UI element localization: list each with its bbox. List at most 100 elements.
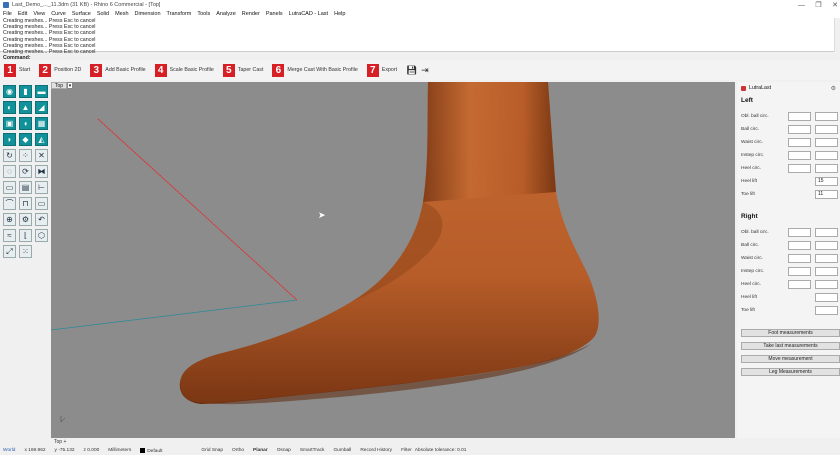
- scatter-icon[interactable]: ⁙: [19, 245, 32, 258]
- profile-icon[interactable]: ⌒: [3, 197, 16, 210]
- refresh-icon[interactable]: ⟳: [19, 165, 32, 178]
- menu-panels[interactable]: Panels: [266, 11, 283, 17]
- foot-top-icon[interactable]: ◉: [3, 85, 16, 98]
- left-obl-ball-input-1[interactable]: [788, 112, 811, 121]
- filter-toggle[interactable]: Filter: [401, 448, 412, 453]
- menu-tools[interactable]: Tools: [197, 11, 210, 17]
- planar-toggle[interactable]: Planar: [253, 448, 268, 453]
- step-merge-cast-button[interactable]: 6 Merge Cast With Basic Profile: [272, 63, 358, 77]
- left-ball-input-1[interactable]: [788, 125, 811, 134]
- osnap-toggle[interactable]: Osnap: [277, 448, 291, 453]
- last-top-icon[interactable]: ◐: [3, 101, 16, 114]
- target-icon[interactable]: ⊕: [3, 213, 16, 226]
- foot-measurements-button[interactable]: Foot measurements: [741, 329, 840, 337]
- ortho-toggle[interactable]: Ortho: [232, 448, 244, 453]
- viewport-title[interactable]: Top: [51, 82, 68, 89]
- step-scale-basic-profile-button[interactable]: 4 Scale Basic Profile: [154, 63, 214, 77]
- menu-solid[interactable]: Solid: [97, 11, 109, 17]
- right-heel-input-2[interactable]: [815, 280, 838, 289]
- left-waist-input-1[interactable]: [788, 138, 811, 147]
- menu-view[interactable]: View: [33, 11, 45, 17]
- foot-outline-icon[interactable]: ◗: [3, 133, 16, 146]
- shield-icon[interactable]: ⬡: [35, 229, 48, 242]
- move-measurement-button[interactable]: Move measurement: [741, 355, 840, 363]
- last-back-icon[interactable]: ▲: [19, 101, 32, 114]
- measure-icon[interactable]: ⊓: [19, 197, 32, 210]
- cross-icon[interactable]: ✕: [35, 149, 48, 162]
- right-ball-input-1[interactable]: [788, 241, 811, 250]
- current-layer[interactable]: Default: [140, 447, 162, 453]
- rotate-icon[interactable]: ↻: [3, 149, 16, 162]
- toe-icon[interactable]: ◭: [35, 133, 48, 146]
- gear-icon[interactable]: ⚙: [19, 213, 32, 226]
- expand-icon[interactable]: ⤢: [3, 245, 16, 258]
- save-icon[interactable]: 💾︎: [406, 65, 417, 75]
- gumball-toggle[interactable]: Gumball: [333, 448, 351, 453]
- minimize-icon[interactable]: —: [798, 2, 805, 9]
- right-heel-lift-input[interactable]: [815, 293, 838, 302]
- menu-lutracad-last[interactable]: LutraCAD - Last: [289, 11, 328, 17]
- command-scrollbar[interactable]: [834, 18, 840, 52]
- close-icon[interactable]: ✕: [832, 1, 838, 9]
- menu-transform[interactable]: Transform: [167, 11, 192, 17]
- foot-front-icon[interactable]: ▮: [19, 85, 32, 98]
- heel-icon[interactable]: ◆: [19, 133, 32, 146]
- export-icon[interactable]: ⇥: [421, 65, 431, 75]
- right-instep-input-2[interactable]: [815, 267, 838, 276]
- cplane-indicator[interactable]: World: [3, 448, 15, 453]
- menu-edit[interactable]: Edit: [18, 11, 27, 17]
- viewport-tabs[interactable]: Top +: [51, 438, 735, 446]
- panel-settings-icon[interactable]: ⚙: [831, 85, 836, 92]
- viewport-dropdown-icon[interactable]: ▾: [67, 82, 73, 89]
- boot-icon[interactable]: ⌊: [19, 229, 32, 242]
- left-toe-lift-input[interactable]: 11: [815, 190, 838, 199]
- menu-render[interactable]: Render: [242, 11, 260, 17]
- take-last-measurements-button[interactable]: Take last measurements: [741, 342, 840, 350]
- smarttrack-toggle[interactable]: SmartTrack: [300, 448, 325, 453]
- right-toe-lift-input[interactable]: [815, 306, 838, 315]
- ruler-icon[interactable]: ▭: [35, 197, 48, 210]
- step-add-basic-profile-button[interactable]: 3 Add Basic Profile: [90, 63, 146, 77]
- frame-icon[interactable]: ▭: [3, 181, 16, 194]
- menu-help[interactable]: Help: [334, 11, 345, 17]
- wave-icon[interactable]: ≈: [3, 229, 16, 242]
- leg-measurements-button[interactable]: Leg Measurements: [741, 368, 840, 376]
- right-ball-input-2[interactable]: [815, 241, 838, 250]
- right-waist-input-1[interactable]: [788, 254, 811, 263]
- left-ball-input-2[interactable]: [815, 125, 838, 134]
- menu-dimension[interactable]: Dimension: [135, 11, 161, 17]
- menu-curve[interactable]: Curve: [51, 11, 66, 17]
- menu-analyze[interactable]: Analyze: [216, 11, 236, 17]
- mirror-icon[interactable]: ⧓: [35, 165, 48, 178]
- image-icon[interactable]: ▦: [35, 117, 48, 130]
- right-obl-ball-input-1[interactable]: [788, 228, 811, 237]
- right-heel-input-1[interactable]: [788, 280, 811, 289]
- record-history-toggle[interactable]: Record History: [360, 448, 392, 453]
- right-obl-ball-input-2[interactable]: [815, 228, 838, 237]
- cube-icon[interactable]: ▣: [3, 117, 16, 130]
- menu-surface[interactable]: Surface: [72, 11, 91, 17]
- grid-snap-toggle[interactable]: Grid Snap: [201, 448, 223, 453]
- maximize-icon[interactable]: ❐: [815, 1, 821, 9]
- step-position-2d-button[interactable]: 2 Position 2D: [39, 63, 81, 77]
- last-side-icon[interactable]: ◢: [35, 101, 48, 114]
- left-heel-lift-input[interactable]: 15: [815, 177, 838, 186]
- top-viewport[interactable]: Top ▾ ➤: [51, 82, 735, 438]
- points-icon[interactable]: ⁘: [19, 149, 32, 162]
- lasso-icon[interactable]: ◌: [3, 165, 16, 178]
- menu-file[interactable]: File: [3, 11, 12, 17]
- left-heel-input-2[interactable]: [815, 164, 838, 173]
- split-icon[interactable]: ⊢: [35, 181, 48, 194]
- sole-icon[interactable]: ◖: [19, 117, 32, 130]
- step-start-button[interactable]: 1 Start: [4, 63, 30, 77]
- left-instep-input-1[interactable]: [788, 151, 811, 160]
- left-waist-input-2[interactable]: [815, 138, 838, 147]
- undo-icon[interactable]: ↶: [35, 213, 48, 226]
- left-obl-ball-input-2[interactable]: [815, 112, 838, 121]
- right-waist-input-2[interactable]: [815, 254, 838, 263]
- right-instep-input-1[interactable]: [788, 267, 811, 276]
- step-export-button[interactable]: 7 Export: [366, 63, 397, 77]
- left-heel-input-1[interactable]: [788, 164, 811, 173]
- foot-side-icon[interactable]: ▬: [35, 85, 48, 98]
- step-taper-cast-button[interactable]: 5 Taper Cast: [222, 63, 263, 77]
